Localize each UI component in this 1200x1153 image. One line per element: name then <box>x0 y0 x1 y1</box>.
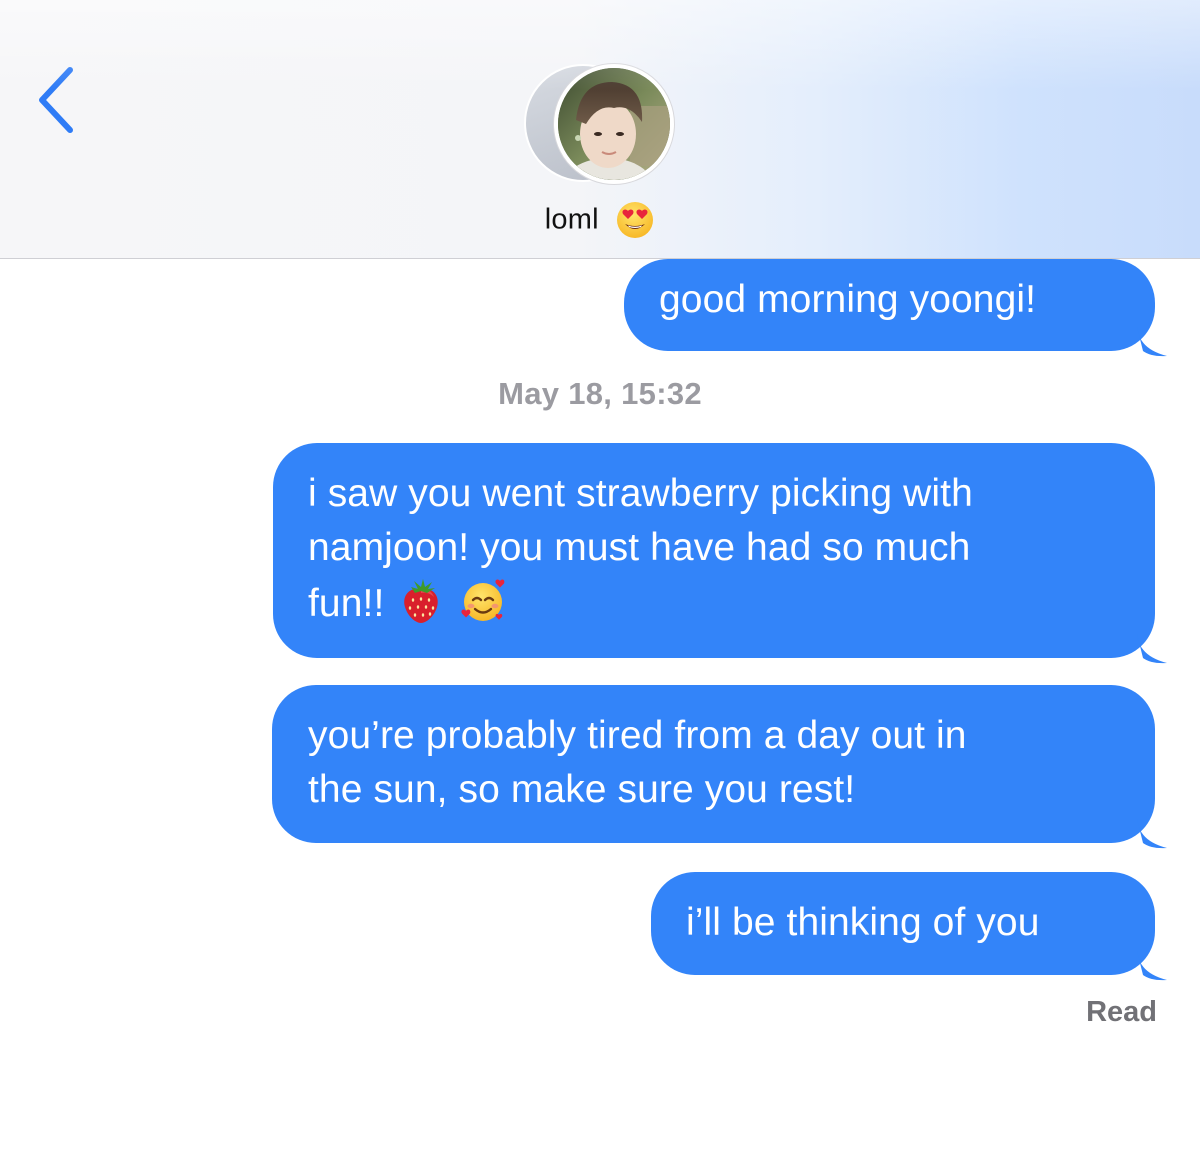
heart-eyes-emoji-icon <box>617 202 654 238</box>
read-receipt: Read <box>1086 996 1157 1028</box>
avatar <box>554 64 674 184</box>
bubble-tail <box>1137 951 1167 981</box>
contact-name-row[interactable]: loml <box>0 200 1200 240</box>
message-bubble-sent[interactable]: i’ll be thinking of you <box>651 872 1167 981</box>
back-button[interactable] <box>28 62 88 138</box>
bubble-tail <box>1137 634 1167 664</box>
message-text: the sun, so make sure you rest! <box>308 768 856 811</box>
message-bubble-sent[interactable]: i saw you went strawberry picking with n… <box>273 443 1167 664</box>
message-text: namjoon! you must have had so much <box>308 526 971 569</box>
bubble-tail <box>1137 327 1167 357</box>
message-text: i saw you went strawberry picking with <box>308 472 973 515</box>
message-text: good morning yoongi! <box>659 278 1037 321</box>
message-bubble-sent[interactable]: good morning yoongi! <box>624 259 1167 357</box>
message-bubble-sent[interactable]: you’re probably tired from a day out in … <box>272 685 1167 849</box>
conversation-header: loml <box>0 0 1200 259</box>
timestamp: May 18, 15:32 <box>498 376 702 411</box>
message-text: i’ll be thinking of you <box>686 901 1040 944</box>
message-text: you’re probably tired from a day out in <box>308 714 967 757</box>
smiling-face-with-hearts-emoji-icon <box>461 579 505 621</box>
bubble-tail <box>1137 819 1167 849</box>
contact-avatar-group[interactable] <box>524 64 676 186</box>
strawberry-emoji-icon <box>404 579 439 623</box>
chevron-left-icon <box>39 67 73 133</box>
message-text: fun!! <box>308 582 385 625</box>
message-text-last-line: fun!! <box>308 575 1155 629</box>
contact-name: loml <box>544 203 599 236</box>
